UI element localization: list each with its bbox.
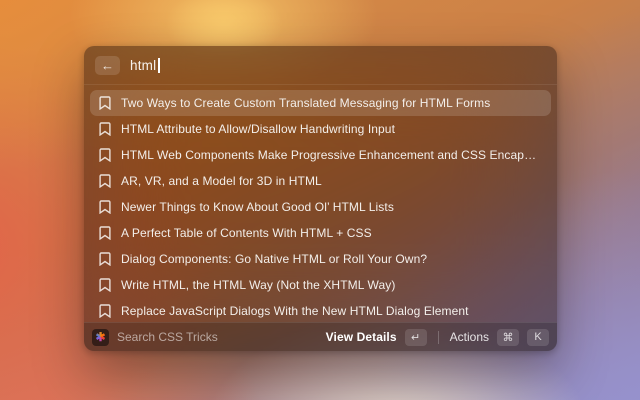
bookmark-icon: [99, 278, 111, 292]
result-title: A Perfect Table of Contents With HTML + …: [121, 226, 372, 240]
actions-button[interactable]: Actions: [450, 330, 489, 344]
result-title: Replace JavaScript Dialogs With the New …: [121, 304, 469, 318]
result-title: HTML Attribute to Allow/Disallow Handwri…: [121, 122, 396, 136]
result-title: Write HTML, the HTML Way (Not the XHTML …: [121, 278, 396, 292]
text-caret: [158, 57, 160, 73]
list-item[interactable]: Write HTML, the HTML Way (Not the XHTML …: [90, 272, 551, 298]
back-button[interactable]: ←: [95, 55, 120, 75]
bookmark-icon: [99, 96, 111, 110]
status-bar: ✱ Search CSS Tricks View Details ↵ Actio…: [84, 322, 557, 351]
bookmark-icon: [99, 304, 111, 318]
list-item[interactable]: AR, VR, and a Model for 3D in HTML: [90, 168, 551, 194]
bookmark-icon: [99, 122, 111, 136]
return-key-badge[interactable]: ↵: [404, 328, 427, 346]
search-input[interactable]: html: [130, 57, 160, 73]
list-item[interactable]: A Perfect Table of Contents With HTML + …: [90, 220, 551, 246]
search-query-text: html: [130, 57, 157, 73]
view-details-button[interactable]: View Details: [326, 330, 397, 344]
bookmark-icon: [99, 252, 111, 266]
bookmark-icon: [99, 226, 111, 240]
bookmark-icon: [99, 200, 111, 214]
result-title: Two Ways to Create Custom Translated Mes…: [121, 96, 491, 110]
bookmark-icon: [99, 174, 111, 188]
search-bar: ← html: [84, 46, 557, 85]
command-key-badge[interactable]: ⌘: [497, 328, 519, 346]
footer-divider: [437, 330, 439, 344]
launcher-window: ← html Two Ways to Create Custom Transla…: [84, 46, 557, 351]
extension-name: Search CSS Tricks: [117, 330, 218, 344]
list-item[interactable]: Replace JavaScript Dialogs With the New …: [90, 298, 551, 322]
list-item[interactable]: Newer Things to Know About Good Ol’ HTML…: [90, 194, 551, 220]
result-title: Dialog Components: Go Native HTML or Rol…: [121, 252, 428, 266]
list-item[interactable]: HTML Web Components Make Progressive Enh…: [90, 142, 551, 168]
css-tricks-star-icon: ✱: [95, 330, 106, 344]
result-title: HTML Web Components Make Progressive Enh…: [121, 148, 542, 162]
list-item[interactable]: HTML Attribute to Allow/Disallow Handwri…: [90, 116, 551, 142]
results-list: Two Ways to Create Custom Translated Mes…: [84, 85, 557, 322]
list-item[interactable]: Two Ways to Create Custom Translated Mes…: [90, 90, 551, 116]
bookmark-icon: [99, 148, 111, 162]
result-title: Newer Things to Know About Good Ol’ HTML…: [121, 200, 394, 214]
result-title: AR, VR, and a Model for 3D in HTML: [121, 174, 322, 188]
k-key-badge[interactable]: K: [527, 328, 549, 346]
css-tricks-logo: ✱: [92, 328, 109, 346]
back-arrow-icon: ←: [101, 57, 114, 73]
list-item[interactable]: Dialog Components: Go Native HTML or Rol…: [90, 246, 551, 272]
